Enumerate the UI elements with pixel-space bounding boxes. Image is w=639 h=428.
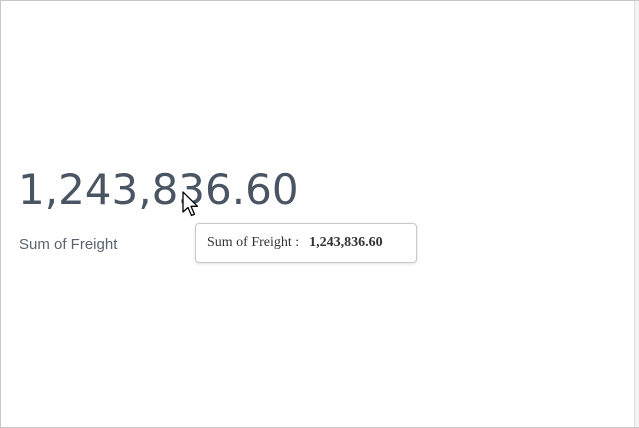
kpi-card: 1,243,836.60 Sum of Freight Sum of Freig… [0, 0, 639, 428]
value-tooltip: Sum of Freight : 1,243,836.60 [195, 223, 417, 263]
mouse-pointer-icon [182, 191, 199, 217]
tooltip-value: 1,243,836.60 [309, 235, 383, 250]
scrollbar-edge [634, 1, 639, 427]
kpi-label: Sum of Freight [19, 236, 118, 253]
tooltip-label: Sum of Freight : [207, 235, 300, 250]
kpi-value[interactable]: 1,243,836.60 [18, 169, 299, 211]
